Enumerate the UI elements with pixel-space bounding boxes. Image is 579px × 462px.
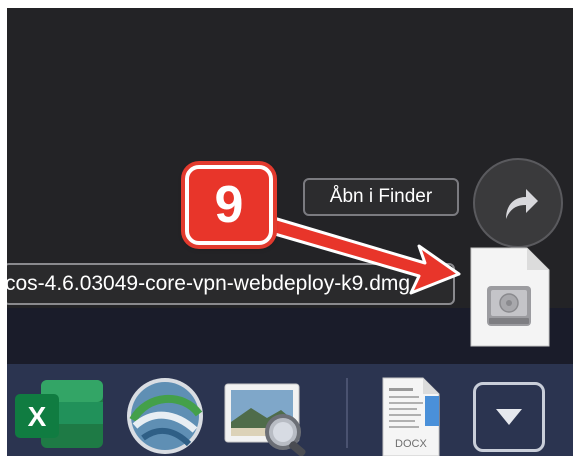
download-filename-bar[interactable]: cos-4.6.03049-core-vpn-webdeploy-k9.dmg: [7, 263, 455, 305]
docx-label: DOCX: [395, 438, 427, 450]
svg-text:X: X: [28, 401, 47, 432]
anyconnect-icon[interactable]: [119, 374, 211, 456]
share-arrow-icon: [506, 189, 538, 219]
step-number: 9: [214, 176, 244, 234]
preview-icon[interactable]: [219, 374, 315, 456]
share-button[interactable]: [473, 158, 563, 248]
excel-icon[interactable]: X: [11, 374, 107, 454]
dock-separator: [346, 378, 348, 448]
dmg-file-icon[interactable]: [467, 246, 551, 348]
screenshot-frame: Åbn i Finder cos-4.6.03049-core-vpn-webd…: [7, 8, 573, 456]
step-number-badge: 9: [185, 165, 273, 245]
downloads-stack-button[interactable]: [473, 382, 545, 452]
open-in-finder-label: Åbn i Finder: [329, 186, 433, 207]
download-filename: cos-4.6.03049-core-vpn-webdeploy-k9.dmg: [7, 272, 411, 295]
open-in-finder-button[interactable]: Åbn i Finder: [303, 178, 459, 216]
chevron-down-icon: [496, 409, 522, 425]
